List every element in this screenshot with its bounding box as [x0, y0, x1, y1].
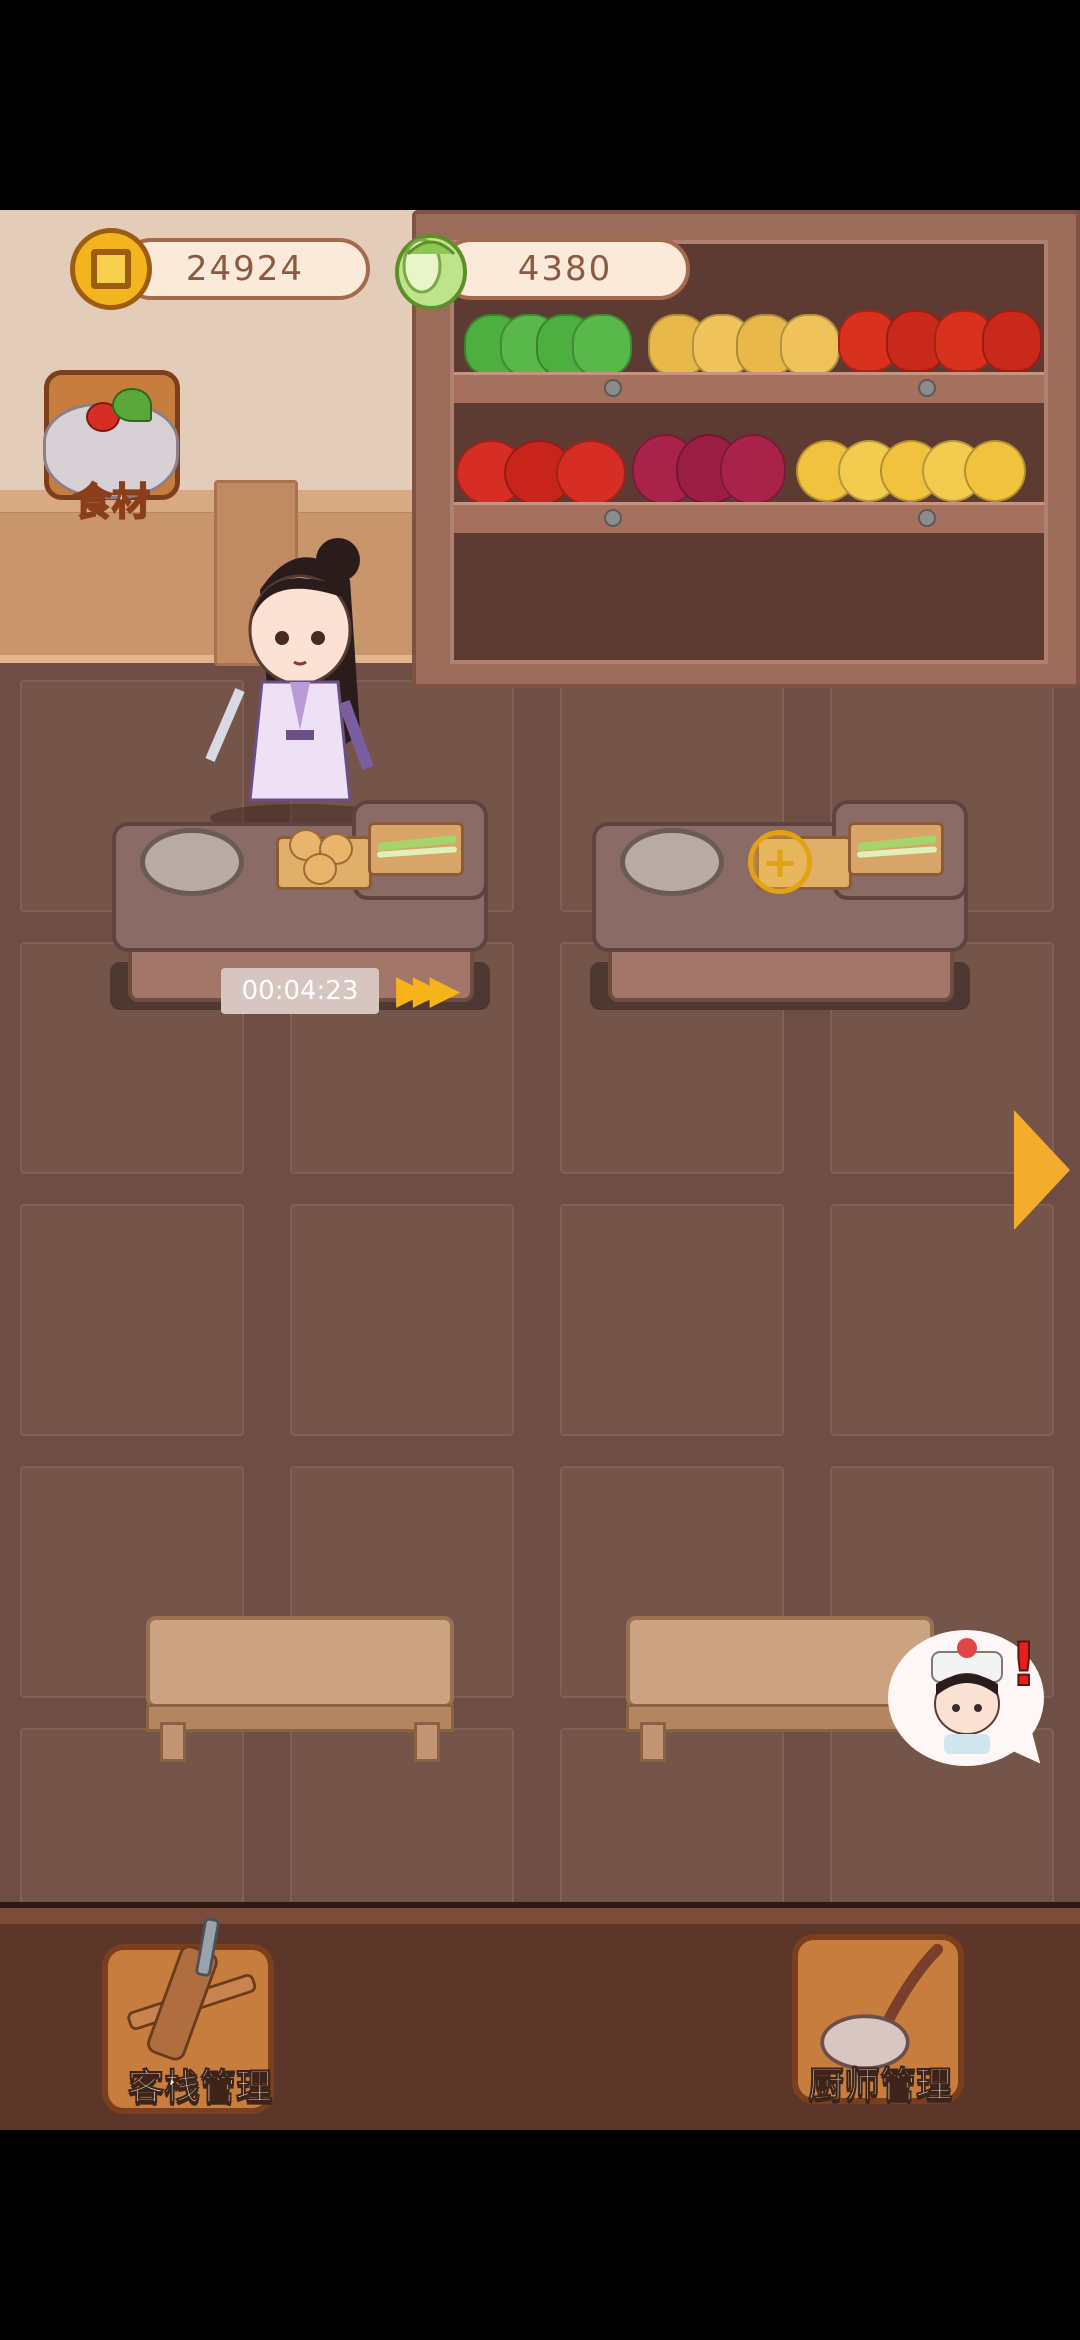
- vegetable-amount: 4380: [517, 249, 613, 289]
- yellow-pepper: [780, 314, 840, 376]
- right-arrow-icon[interactable]: [1014, 1110, 1070, 1230]
- cooking-timer: 00:04:23: [221, 968, 379, 1014]
- vegetable-counter: 4380: [440, 238, 690, 300]
- tomato: [556, 440, 626, 506]
- table-leg: [414, 1722, 440, 1762]
- inn-management-label: 客栈管理: [127, 2067, 272, 2109]
- wok-icon: [620, 828, 724, 896]
- shelf-pin: [918, 509, 936, 527]
- green-pepper: [572, 314, 632, 376]
- ingredients-label: 食材: [73, 479, 151, 525]
- pantry-interior: [450, 240, 1048, 664]
- fast-forward-icon[interactable]: ▶▶▶: [396, 967, 460, 1013]
- cabbage-icon: [395, 234, 467, 310]
- table-leg: [160, 1722, 186, 1762]
- coin-amount: 24924: [185, 249, 305, 289]
- potato: [964, 440, 1026, 502]
- floor-tile: [560, 1204, 784, 1436]
- floor-tile: [290, 1204, 514, 1436]
- game-scene: 24924 4380 食材 00:04:23 ▶▶▶ + ! 客栈管理 厨师管理: [0, 210, 1080, 2130]
- dining-table-1[interactable]: [146, 1616, 454, 1708]
- shelf-pin: [604, 509, 622, 527]
- coin-icon: [70, 228, 152, 310]
- floor-tile: [830, 1204, 1054, 1436]
- coin-counter: 24924: [120, 238, 370, 300]
- leaf-icon: [112, 388, 152, 422]
- potato-board-icon: [276, 829, 372, 890]
- bottom-navigation-bar: 客栈管理 厨师管理: [0, 1902, 1080, 2130]
- chef-character[interactable]: [200, 530, 400, 830]
- table-leg: [640, 1722, 666, 1762]
- red-pepper: [982, 310, 1042, 372]
- ingredients-button[interactable]: 食材: [43, 370, 180, 525]
- scallion-board-icon: [368, 822, 464, 876]
- exclamation-icon: !: [1009, 1629, 1038, 1701]
- shelf-pin: [918, 379, 936, 397]
- red-onion: [720, 434, 786, 504]
- floor-tile: [20, 1204, 244, 1436]
- wok-icon: [140, 828, 244, 896]
- scallion-board-icon: [848, 822, 944, 876]
- table-skirt: [146, 1704, 454, 1732]
- chef-management-label: 厨师管理: [807, 2065, 952, 2107]
- shelf-pin: [604, 379, 622, 397]
- plus-icon[interactable]: +: [748, 830, 812, 894]
- carpentry-plane-icon: [127, 1917, 257, 2061]
- shelf-board: [454, 372, 1044, 403]
- shelf-board: [454, 502, 1044, 533]
